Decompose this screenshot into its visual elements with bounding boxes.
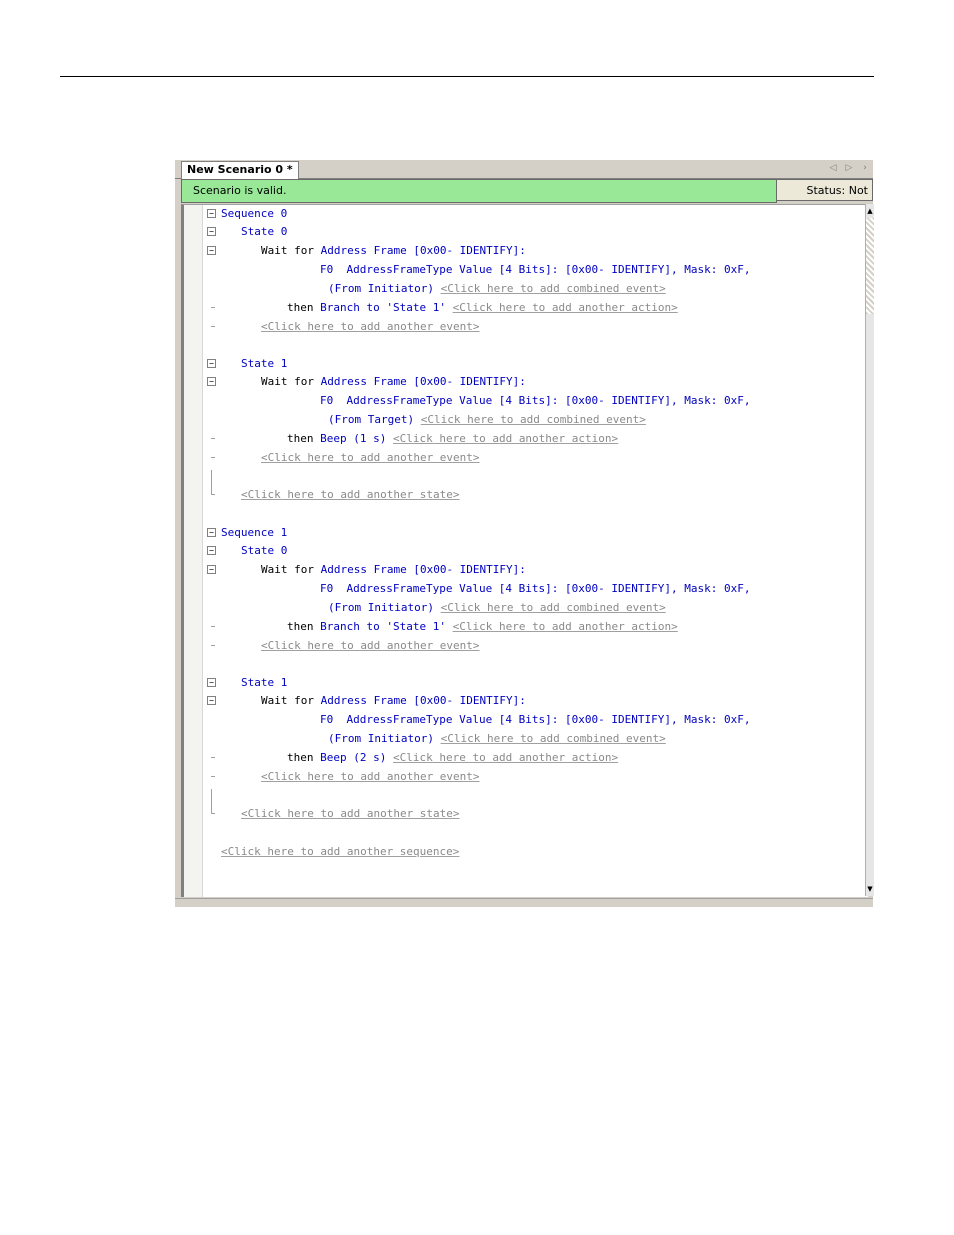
collapse-icon[interactable]: − bbox=[207, 377, 216, 386]
add-event-link[interactable]: <Click here to add another event> bbox=[261, 320, 480, 334]
add-combined-event-link[interactable]: <Click here to add combined event> bbox=[441, 282, 666, 295]
add-sequence-link[interactable]: <Click here to add another sequence> bbox=[221, 845, 459, 859]
add-combined-event-link[interactable]: <Click here to add combined event> bbox=[421, 413, 646, 426]
tree-tick bbox=[211, 438, 215, 439]
scroll-down-icon[interactable]: ▼ bbox=[866, 884, 874, 894]
collapse-icon[interactable]: − bbox=[207, 696, 216, 705]
add-combined-event-link[interactable]: <Click here to add combined event> bbox=[441, 601, 666, 614]
wait-keyword: Wait for bbox=[261, 375, 314, 388]
wait-event[interactable]: Address Frame [0x00- IDENTIFY]: bbox=[321, 244, 526, 257]
then-keyword: then bbox=[287, 620, 314, 633]
add-combined-event-link[interactable]: <Click here to add combined event> bbox=[441, 732, 666, 745]
add-action-link[interactable]: <Click here to add another action> bbox=[393, 751, 618, 764]
validation-status-text: Scenario is valid. bbox=[193, 184, 287, 197]
add-event-link[interactable]: <Click here to add another event> bbox=[261, 639, 480, 653]
collapse-icon[interactable]: − bbox=[207, 565, 216, 574]
wait-line: Wait for Address Frame [0x00- IDENTIFY]: bbox=[261, 244, 526, 258]
action[interactable]: Beep (2 s) bbox=[320, 751, 386, 764]
condition-origin-line: (From Initiator) <Click here to add comb… bbox=[328, 282, 666, 296]
tree-tick bbox=[211, 757, 215, 758]
action-line: then Beep (1 s) <Click here to add anoth… bbox=[287, 432, 618, 446]
wait-event[interactable]: Address Frame [0x00- IDENTIFY]: bbox=[321, 563, 526, 576]
then-keyword: then bbox=[287, 751, 314, 764]
tree-tick bbox=[211, 776, 215, 777]
editor-gutter bbox=[184, 205, 203, 897]
action-line: then Beep (2 s) <Click here to add anoth… bbox=[287, 751, 618, 765]
condition-origin-line: (From Target) <Click here to add combine… bbox=[328, 413, 646, 427]
wait-event[interactable]: Address Frame [0x00- IDENTIFY]: bbox=[321, 375, 526, 388]
wait-line: Wait for Address Frame [0x00- IDENTIFY]: bbox=[261, 375, 526, 389]
collapse-icon[interactable]: − bbox=[207, 227, 216, 236]
state-1-label[interactable]: State 1 bbox=[241, 357, 287, 371]
condition-origin-line: (From Initiator) <Click here to add comb… bbox=[328, 601, 666, 615]
condition-origin[interactable]: (From Initiator) bbox=[328, 282, 434, 295]
sequence-0-label[interactable]: Sequence 0 bbox=[221, 207, 287, 221]
tree-line bbox=[211, 470, 212, 494]
condition-line[interactable]: F0 AddressFrameType Value [4 Bits]: [0x0… bbox=[320, 713, 750, 727]
tree-line bbox=[211, 789, 212, 813]
tree-tick bbox=[211, 813, 215, 814]
wait-keyword: Wait for bbox=[261, 244, 314, 257]
condition-origin[interactable]: (From Initiator) bbox=[328, 601, 434, 614]
wait-line: Wait for Address Frame [0x00- IDENTIFY]: bbox=[261, 694, 526, 708]
then-keyword: then bbox=[287, 432, 314, 445]
collapse-icon[interactable]: − bbox=[207, 528, 216, 537]
condition-origin[interactable]: (From Initiator) bbox=[328, 732, 434, 745]
collapse-icon[interactable]: − bbox=[207, 246, 216, 255]
status-bar: Scenario is valid. Status: Not saved bbox=[181, 179, 873, 219]
add-state-link[interactable]: <Click here to add another state> bbox=[241, 807, 460, 821]
sequence-1-label[interactable]: Sequence 1 bbox=[221, 526, 287, 540]
condition-origin[interactable]: (From Target) bbox=[328, 413, 414, 426]
then-keyword: then bbox=[287, 301, 314, 314]
tab-new-scenario[interactable]: New Scenario 0 * bbox=[181, 161, 299, 179]
page-rule bbox=[60, 76, 874, 77]
add-event-link[interactable]: <Click here to add another event> bbox=[261, 451, 480, 465]
tree-tick bbox=[211, 307, 215, 308]
add-action-link[interactable]: <Click here to add another action> bbox=[393, 432, 618, 445]
action[interactable]: Beep (1 s) bbox=[320, 432, 386, 445]
tree-tick bbox=[211, 626, 215, 627]
state-0-label[interactable]: State 0 bbox=[241, 544, 287, 558]
tab-more-icon[interactable]: › bbox=[859, 162, 871, 174]
collapse-icon[interactable]: − bbox=[207, 678, 216, 687]
wait-line: Wait for Address Frame [0x00- IDENTIFY]: bbox=[261, 563, 526, 577]
condition-origin-line: (From Initiator) <Click here to add comb… bbox=[328, 732, 666, 746]
tree-tick bbox=[211, 326, 215, 327]
add-action-link[interactable]: <Click here to add another action> bbox=[453, 620, 678, 633]
tree-tick bbox=[211, 494, 215, 495]
vertical-scrollbar[interactable]: ▲ ▼ bbox=[865, 204, 874, 896]
bottom-bar bbox=[175, 898, 873, 907]
tab-nav: ◁ ▷ › bbox=[827, 162, 871, 174]
action[interactable]: Branch to 'State 1' bbox=[320, 620, 446, 633]
collapse-icon[interactable]: − bbox=[207, 546, 216, 555]
collapse-icon[interactable]: − bbox=[207, 209, 216, 218]
tab-prev-icon[interactable]: ◁ bbox=[827, 162, 839, 174]
scroll-thumb[interactable] bbox=[866, 218, 874, 314]
wait-event[interactable]: Address Frame [0x00- IDENTIFY]: bbox=[321, 694, 526, 707]
wait-keyword: Wait for bbox=[261, 563, 314, 576]
state-1-label[interactable]: State 1 bbox=[241, 676, 287, 690]
action-line: then Branch to 'State 1' <Click here to … bbox=[287, 620, 678, 634]
add-event-link[interactable]: <Click here to add another event> bbox=[261, 770, 480, 784]
state-0-label[interactable]: State 0 bbox=[241, 225, 287, 239]
action-line: then Branch to 'State 1' <Click here to … bbox=[287, 301, 678, 315]
tab-next-icon[interactable]: ▷ bbox=[843, 162, 855, 174]
tab-strip: New Scenario 0 * ◁ ▷ › bbox=[175, 160, 873, 179]
validation-status: Scenario is valid. bbox=[181, 179, 777, 203]
condition-line[interactable]: F0 AddressFrameType Value [4 Bits]: [0x0… bbox=[320, 263, 750, 277]
add-state-link[interactable]: <Click here to add another state> bbox=[241, 488, 460, 502]
tree-tick bbox=[211, 645, 215, 646]
wait-keyword: Wait for bbox=[261, 694, 314, 707]
collapse-icon[interactable]: − bbox=[207, 359, 216, 368]
save-status: Status: Not saved bbox=[777, 179, 873, 219]
condition-line[interactable]: F0 AddressFrameType Value [4 Bits]: [0x0… bbox=[320, 394, 750, 408]
add-action-link[interactable]: <Click here to add another action> bbox=[453, 301, 678, 314]
action[interactable]: Branch to 'State 1' bbox=[320, 301, 446, 314]
scroll-up-icon[interactable]: ▲ bbox=[866, 206, 874, 216]
tree-tick bbox=[211, 457, 215, 458]
condition-line[interactable]: F0 AddressFrameType Value [4 Bits]: [0x0… bbox=[320, 582, 750, 596]
